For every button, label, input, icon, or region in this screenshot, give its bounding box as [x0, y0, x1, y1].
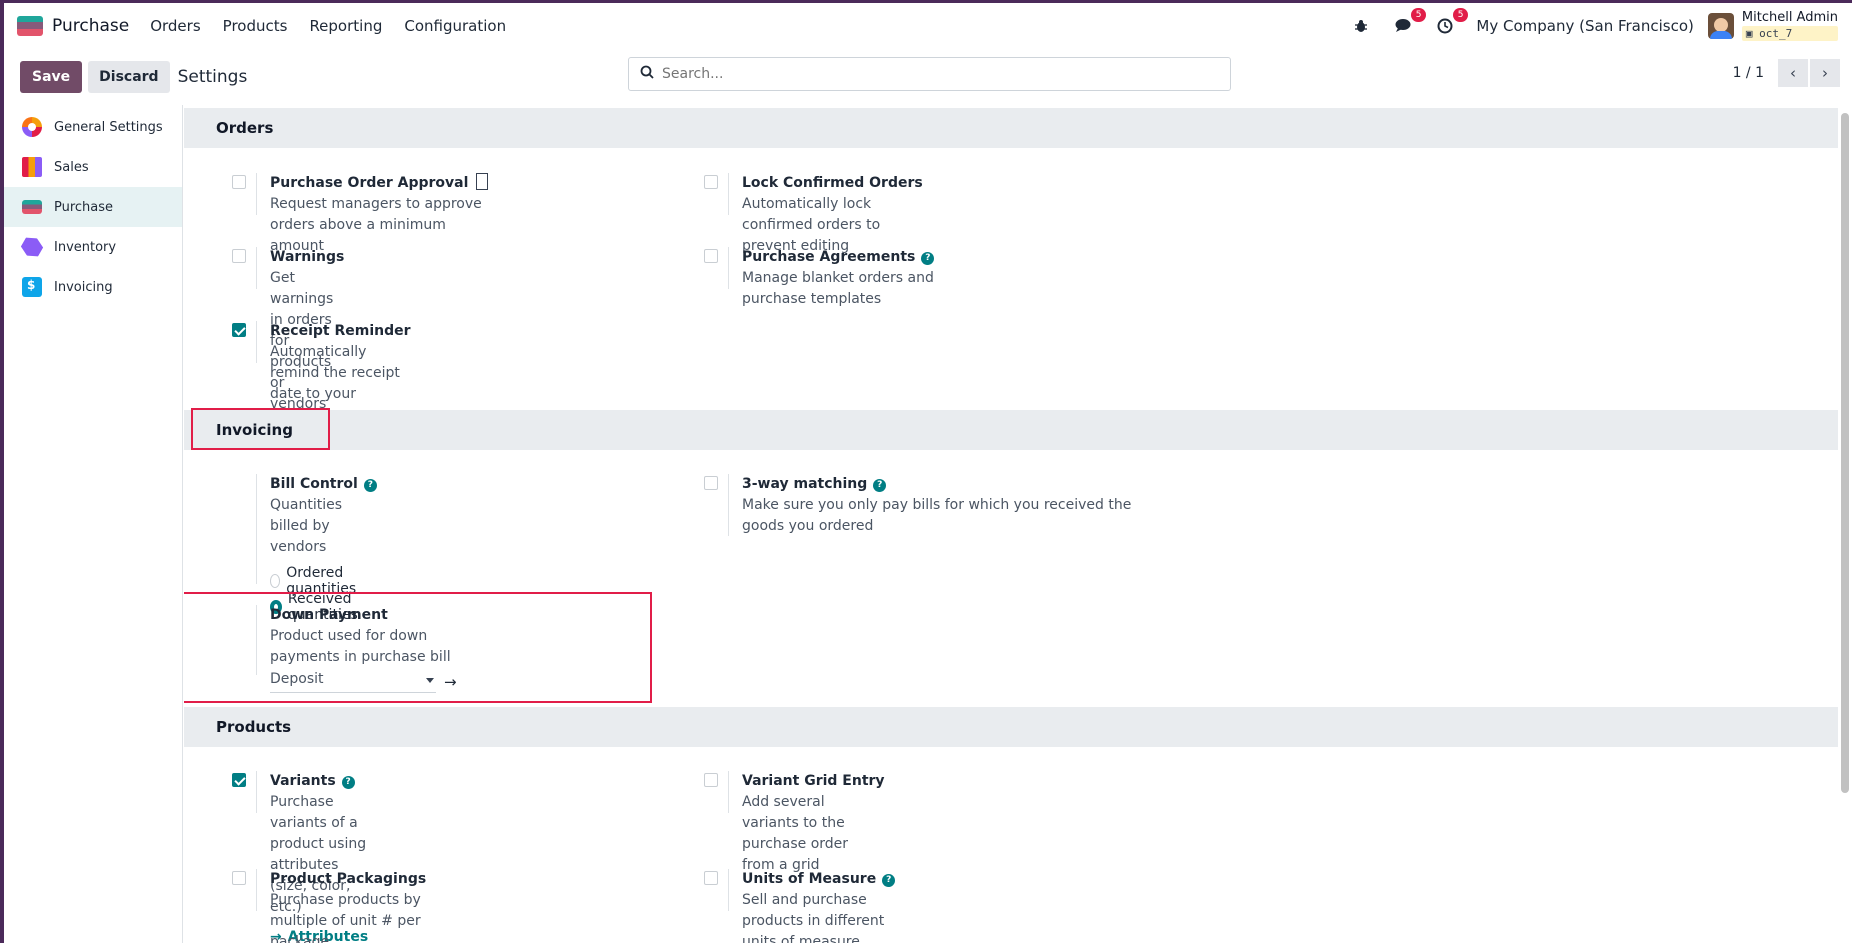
- help-icon[interactable]: ?: [341, 776, 355, 789]
- sidebar-item-general-settings[interactable]: General Settings: [4, 107, 182, 147]
- menu-orders[interactable]: Orders: [150, 17, 200, 35]
- setting-title: Variants: [270, 773, 336, 789]
- sidebar-item-label: Purchase: [54, 199, 114, 215]
- setting-description: Add several variants to the purchase ord…: [742, 794, 849, 873]
- section-title: Products: [216, 718, 292, 736]
- user-name: Mitchell Admin: [1741, 10, 1838, 25]
- setting-description: Make sure you only pay bills for which y…: [742, 497, 1132, 534]
- setting-title: Units of Measure: [742, 871, 877, 887]
- database-name: oct_7: [1759, 27, 1793, 40]
- messages-chat-icon[interactable]: 5: [1392, 7, 1427, 37]
- general-settings-icon: [22, 117, 42, 137]
- purchase-order-approval-checkbox[interactable]: [232, 175, 246, 189]
- pager-value: 1 / 1: [1732, 65, 1764, 81]
- setting-description: Quantities billed by vendors: [270, 497, 343, 555]
- sidebar-item-label: General Settings: [54, 119, 163, 135]
- company-switcher[interactable]: My Company (San Francisco): [1476, 17, 1693, 35]
- setting-title: Purchase Agreements: [742, 249, 916, 265]
- section-title: Orders: [216, 119, 274, 137]
- setting-title: Purchase Order Approval: [270, 175, 469, 191]
- search-icon: [640, 65, 654, 83]
- setting-title: Lock Confirmed Orders: [742, 175, 923, 191]
- invoicing-icon: [22, 277, 42, 297]
- chevron-right-icon: ›: [1822, 64, 1828, 82]
- help-icon[interactable]: ?: [363, 479, 377, 492]
- setting-title: Bill Control: [270, 476, 358, 492]
- user-menu[interactable]: Mitchell Admin ▣ oct_7: [1741, 10, 1838, 41]
- activities-clock-icon[interactable]: 5: [1434, 7, 1469, 37]
- sidebar-item-inventory[interactable]: Inventory: [4, 227, 182, 267]
- purchase-agreements-checkbox[interactable]: [704, 249, 718, 263]
- search-bar[interactable]: [628, 57, 1231, 91]
- receipt-reminder-checkbox[interactable]: [232, 323, 246, 337]
- setting-title: Receipt Reminder: [270, 323, 411, 339]
- menu-products[interactable]: Products: [223, 17, 288, 35]
- highlight-box-down-payment: [184, 592, 652, 703]
- section-header-products: Products: [184, 707, 1838, 747]
- pager: 1 / 1 ‹ ›: [1733, 59, 1840, 87]
- setting-description: Purchase products by multiple of unit # …: [270, 892, 421, 943]
- setting-title: 3-way matching: [742, 476, 868, 492]
- pager-previous-button[interactable]: ‹: [1778, 59, 1808, 87]
- sidebar-item-label: Inventory: [54, 239, 117, 255]
- sidebar-item-label: Invoicing: [54, 279, 113, 295]
- highlight-box-invoicing: [191, 408, 330, 450]
- sidebar-item-purchase[interactable]: Purchase: [4, 187, 182, 227]
- database-tag: ▣ oct_7: [1741, 26, 1838, 41]
- warnings-checkbox[interactable]: [232, 249, 246, 263]
- variants-checkbox[interactable]: [232, 773, 246, 787]
- database-icon: ▣: [1745, 27, 1753, 40]
- top-navbar: Purchase Orders Products Reporting Confi…: [4, 3, 1852, 49]
- search-input[interactable]: [662, 66, 1202, 82]
- help-icon[interactable]: ?: [882, 874, 896, 887]
- section-header-invoicing: Invoicing: [184, 410, 1838, 450]
- help-icon[interactable]: ?: [921, 252, 935, 265]
- save-button[interactable]: Save: [20, 61, 83, 93]
- company-building-icon: [476, 173, 489, 190]
- section-header-orders: Orders: [184, 108, 1838, 148]
- user-avatar[interactable]: [1707, 12, 1734, 39]
- messages-badge: 5: [1410, 7, 1427, 22]
- menu-configuration[interactable]: Configuration: [404, 17, 506, 35]
- setting-title: Variant Grid Entry: [742, 773, 885, 789]
- three-way-matching-checkbox[interactable]: [704, 476, 718, 490]
- sales-icon: [22, 157, 42, 177]
- debug-bug-icon[interactable]: [1350, 15, 1372, 37]
- purchase-icon: [22, 200, 42, 214]
- setting-title: Warnings: [270, 249, 345, 265]
- help-icon[interactable]: ?: [873, 479, 887, 492]
- sidebar-item-label: Sales: [54, 159, 89, 175]
- variant-grid-entry-checkbox[interactable]: [704, 773, 718, 787]
- lock-confirmed-orders-checkbox[interactable]: [704, 175, 718, 189]
- activities-badge: 5: [1452, 7, 1469, 22]
- units-of-measure-checkbox[interactable]: [704, 871, 718, 885]
- purchase-app-icon[interactable]: [17, 15, 43, 36]
- setting-description: Sell and purchase products in different …: [742, 892, 885, 943]
- product-packagings-checkbox[interactable]: [232, 871, 246, 885]
- radio-button[interactable]: [270, 574, 281, 588]
- setting-description: Manage blanket orders and purchase templ…: [742, 270, 934, 307]
- breadcrumb: Settings: [177, 67, 248, 87]
- settings-content: Orders Purchase Order Approval Request m…: [184, 105, 1838, 943]
- vertical-scrollbar[interactable]: [1841, 113, 1849, 793]
- settings-sidebar: General Settings Sales Purchase Inventor…: [4, 105, 183, 943]
- pager-next-button[interactable]: ›: [1810, 59, 1840, 87]
- discard-button[interactable]: Discard: [88, 61, 170, 93]
- sidebar-item-sales[interactable]: Sales: [4, 147, 182, 187]
- inventory-icon: [18, 233, 45, 260]
- sidebar-item-invoicing[interactable]: Invoicing: [4, 267, 182, 307]
- app-name[interactable]: Purchase: [52, 16, 129, 36]
- setting-title: Product Packagings: [270, 871, 427, 887]
- chevron-left-icon: ‹: [1790, 64, 1796, 82]
- control-panel: Save Discard Settings 1 / 1 ‹ ›: [4, 49, 1852, 105]
- menu-reporting[interactable]: Reporting: [309, 17, 382, 35]
